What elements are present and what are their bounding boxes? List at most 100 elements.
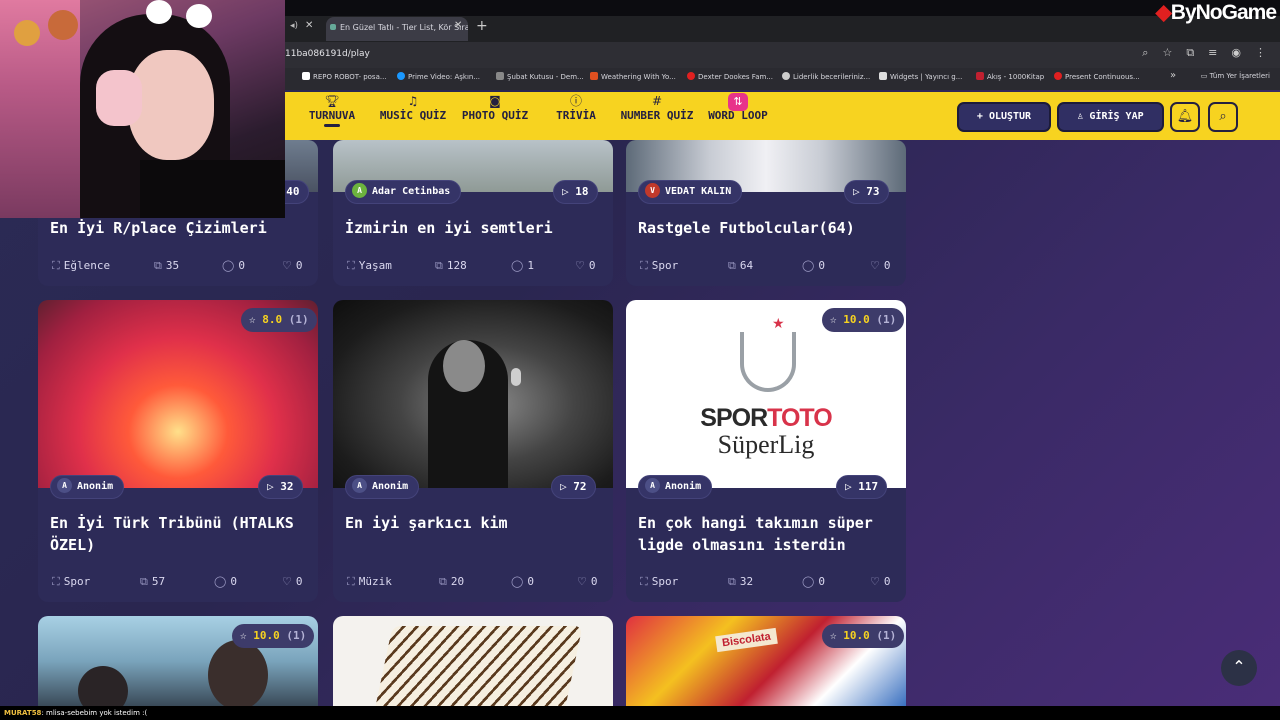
dessert-cake: [373, 626, 583, 706]
notifications-button[interactable]: 🔔︎: [1170, 102, 1200, 132]
new-tab-icon[interactable]: +: [476, 18, 488, 34]
bookmark-item[interactable]: Akış - 1000Kitap: [976, 72, 1044, 81]
bookmark-item[interactable]: Present Continuous...: [1054, 72, 1140, 81]
card-comments: ◯ 0: [222, 259, 245, 272]
nav-photo-quiz[interactable]: ◙ PHOTO QUİZ: [460, 93, 530, 122]
reading-list-icon[interactable]: ≡: [1208, 46, 1217, 60]
bookmark-item[interactable]: Dexter Dookes Fam...: [687, 72, 773, 81]
nav-turnuva[interactable]: 🏆︎ TURNUVA: [305, 93, 359, 127]
avatar: A: [645, 478, 660, 493]
close-tab-icon[interactable]: ✕: [454, 20, 462, 31]
user-icon: ♙: [1077, 111, 1090, 122]
tag-icon: ⛶: [52, 575, 60, 588]
person-clothes: [140, 160, 285, 218]
item-count-value: 64: [739, 259, 754, 272]
card-item-count: ⧉ 35: [154, 259, 179, 273]
bookmark-item[interactable]: Prime Video: Aşkın...: [397, 72, 480, 81]
quiz-card[interactable]: Biscolata ☆ 10.0 (1): [626, 616, 906, 706]
scroll-to-top-button[interactable]: ⌃: [1221, 650, 1257, 686]
music-icon: ♫: [407, 94, 419, 108]
bookmark-item[interactable]: Liderlik becerileriniz...: [782, 72, 870, 81]
card-item-count: ⧉ 64: [728, 259, 753, 273]
quiz-card[interactable]: V VEDAT KALIN ▷ 73 Rastgele Futbolcular(6…: [626, 140, 906, 286]
category-label: Eğlence: [63, 259, 111, 272]
rating-badge: ☆ 8.0 (1): [241, 308, 317, 332]
category-label: Yaşam: [358, 259, 392, 272]
nav-word-loop[interactable]: ⇅ WORD LOOP: [706, 93, 770, 122]
card-likes[interactable]: ♡ 0: [870, 259, 891, 272]
bookmark-label: Present Continuous...: [1065, 73, 1140, 81]
create-label: OLUŞTUR: [988, 111, 1032, 122]
bookmark-item[interactable]: Widgets | Yayıncı g...: [879, 72, 962, 81]
card-likes[interactable]: ♡ 0: [870, 575, 891, 588]
quiz-card[interactable]: [333, 616, 613, 706]
speaker-icon[interactable]: ◂): [290, 21, 298, 31]
author-badge[interactable]: A Anonim: [345, 475, 420, 499]
all-bookmarks[interactable]: ▭ Tüm Yer İşaretleri: [1201, 72, 1270, 80]
card-likes[interactable]: ♡ 0: [575, 259, 596, 272]
author-badge[interactable]: A Anonim: [50, 475, 125, 499]
quiz-card[interactable]: ☆ 8.0 (1) A Anonim ▷ 32 En İyi Türk Tribü…: [38, 300, 318, 602]
zoom-icon[interactable]: ⌕: [1142, 46, 1148, 60]
author-name: Anonim: [665, 481, 702, 492]
card-comments: ◯ 0: [214, 575, 237, 588]
tag-icon: ⛶: [347, 575, 355, 588]
play-icon: ▷: [853, 185, 867, 198]
quiz-card[interactable]: A Anonim ▷ 72 En iyi şarkıcı kim ⛶ Müzik ⧉…: [333, 300, 613, 602]
heart-icon: ♡: [870, 259, 880, 272]
bookmark-item[interactable]: Weathering With Yo...: [590, 72, 676, 81]
rating-count: (1): [876, 313, 897, 326]
rating-value: 10.0: [843, 313, 870, 326]
images-icon: ⧉: [154, 259, 162, 272]
bookmark-item[interactable]: REPO ROBOT- posa...: [302, 72, 387, 81]
card-title: En iyi şarkıcı kim: [345, 514, 508, 532]
quiz-card[interactable]: A Adar Cetinbas ▷ 18 İzmirin en iyi semtl…: [333, 140, 613, 286]
author-badge[interactable]: A Adar Cetinbas: [345, 180, 462, 204]
play-count: ▷ 117: [836, 475, 888, 499]
profile-icon[interactable]: ◉: [1231, 46, 1241, 60]
author-badge[interactable]: A Anonim: [638, 475, 713, 499]
likes-value: 0: [295, 575, 303, 588]
nav-trivia[interactable]: ⓘ TRİVİA: [551, 93, 601, 122]
card-likes[interactable]: ♡ 0: [282, 259, 303, 272]
login-button[interactable]: ♙ GİRİŞ YAP: [1057, 102, 1164, 132]
author-badge[interactable]: V VEDAT KALIN: [638, 180, 743, 204]
avatar: V: [645, 183, 660, 198]
create-button[interactable]: + OLUŞTUR: [957, 102, 1051, 132]
more-bookmarks-icon[interactable]: »: [1170, 70, 1176, 81]
nav-number-quiz[interactable]: # NUMBER QUİZ: [619, 93, 695, 122]
star-icon: ★: [772, 316, 785, 332]
rating-count: (1): [876, 629, 897, 642]
images-icon: ⧉: [435, 259, 443, 272]
images-icon: ⧉: [728, 575, 736, 588]
question-icon: ⓘ: [569, 94, 582, 108]
card-item-count: ⧉ 20: [439, 575, 464, 589]
trophy-icon: 🏆︎: [324, 94, 340, 108]
url-field[interactable]: 11ba086191d/play: [285, 49, 370, 59]
tab-title: En Güzel Tatlı - Tier List, Kör Sıralama: [340, 23, 468, 32]
card-likes[interactable]: ♡ 0: [282, 575, 303, 588]
heart-icon: ♡: [870, 575, 880, 588]
quiz-card[interactable]: ☆ 10.0 (1): [38, 616, 318, 706]
card-likes[interactable]: ♡ 0: [577, 575, 598, 588]
microphone-icon: [511, 368, 521, 386]
nav-label: TRİVİA: [556, 109, 596, 122]
likes-value: 0: [883, 575, 891, 588]
chat-message: : mlisa-sebebim yok istedim :(: [41, 709, 148, 717]
heart-icon: ♡: [282, 575, 292, 588]
card-image: [333, 616, 613, 706]
quiz-card[interactable]: ★ SPORTOTO SüperLig ☆ 10.0 (1) A Anonim ▷…: [626, 300, 906, 602]
extensions-icon[interactable]: ⧉: [1186, 46, 1194, 60]
star-icon[interactable]: ☆: [1162, 46, 1172, 60]
nav-music-quiz[interactable]: ♫ MUSİC QUİZ: [378, 93, 448, 122]
search-button[interactable]: ⌕: [1208, 102, 1238, 132]
logo-mark-icon: ◆: [1155, 1, 1172, 24]
bookmark-item[interactable]: Şubat Kutusu - Dem...: [496, 72, 584, 81]
tag-icon: ⛶: [347, 259, 355, 272]
card-image: [333, 300, 613, 488]
logo-text: ByNoGame: [1170, 1, 1277, 24]
menu-icon[interactable]: ⋮: [1255, 46, 1266, 60]
chat-username: MURAT58: [4, 709, 42, 717]
browser-tab[interactable]: En Güzel Tatlı - Tier List, Kör Sıralama: [326, 17, 468, 41]
close-tab-icon[interactable]: ✕: [305, 20, 313, 31]
